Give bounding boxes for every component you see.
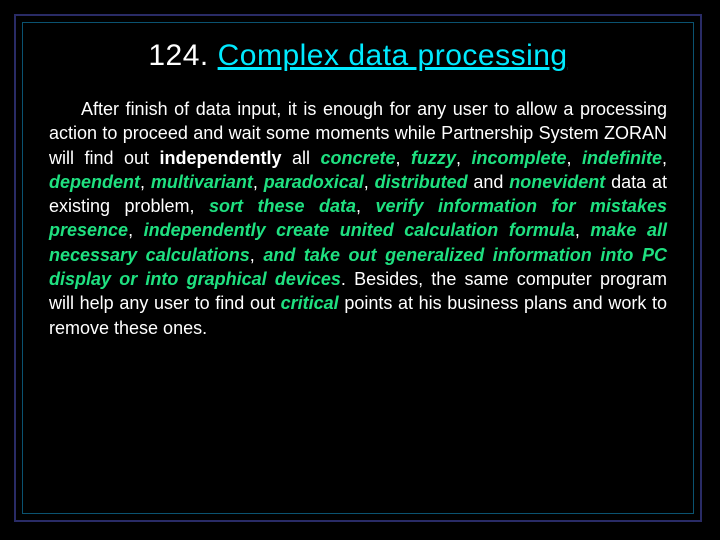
slide-frame-outer: 124. Complex data processing After finis… bbox=[14, 14, 702, 522]
kw-paradoxical: paradoxical bbox=[264, 172, 364, 192]
kw-critical: critical bbox=[281, 293, 339, 313]
kw-fuzzy: fuzzy bbox=[411, 148, 456, 168]
comma-8: , bbox=[356, 196, 375, 216]
body-text-2: all bbox=[281, 148, 320, 168]
kw-multivariant: multivariant bbox=[151, 172, 253, 192]
body-text-3: and bbox=[468, 172, 510, 192]
title-number: 124. bbox=[148, 39, 208, 72]
comma-6: , bbox=[253, 172, 264, 192]
kw-concrete: concrete bbox=[320, 148, 395, 168]
kw-create: independently create united calculation … bbox=[144, 220, 575, 240]
comma-10: , bbox=[575, 220, 591, 240]
comma-4: , bbox=[662, 148, 667, 168]
slide-title: 124. Complex data processing bbox=[49, 39, 667, 73]
comma-9: , bbox=[128, 220, 144, 240]
kw-sort: sort these data bbox=[209, 196, 356, 216]
kw-nonevident: nonevident bbox=[509, 172, 605, 192]
title-text: Complex data processing bbox=[218, 39, 568, 72]
comma-3: , bbox=[567, 148, 582, 168]
kw-distributed: distributed bbox=[375, 172, 468, 192]
kw-indefinite: indefinite bbox=[582, 148, 662, 168]
kw-incomplete: incomplete bbox=[471, 148, 566, 168]
comma-5: , bbox=[140, 172, 151, 192]
comma-7: , bbox=[364, 172, 375, 192]
kw-dependent: dependent bbox=[49, 172, 140, 192]
slide-frame-inner: 124. Complex data processing After finis… bbox=[22, 22, 694, 514]
comma-11: , bbox=[250, 245, 264, 265]
slide-body: After finish of data input, it is enough… bbox=[49, 97, 667, 340]
kw-independently: independently bbox=[159, 148, 281, 168]
comma-1: , bbox=[396, 148, 411, 168]
comma-2: , bbox=[456, 148, 471, 168]
